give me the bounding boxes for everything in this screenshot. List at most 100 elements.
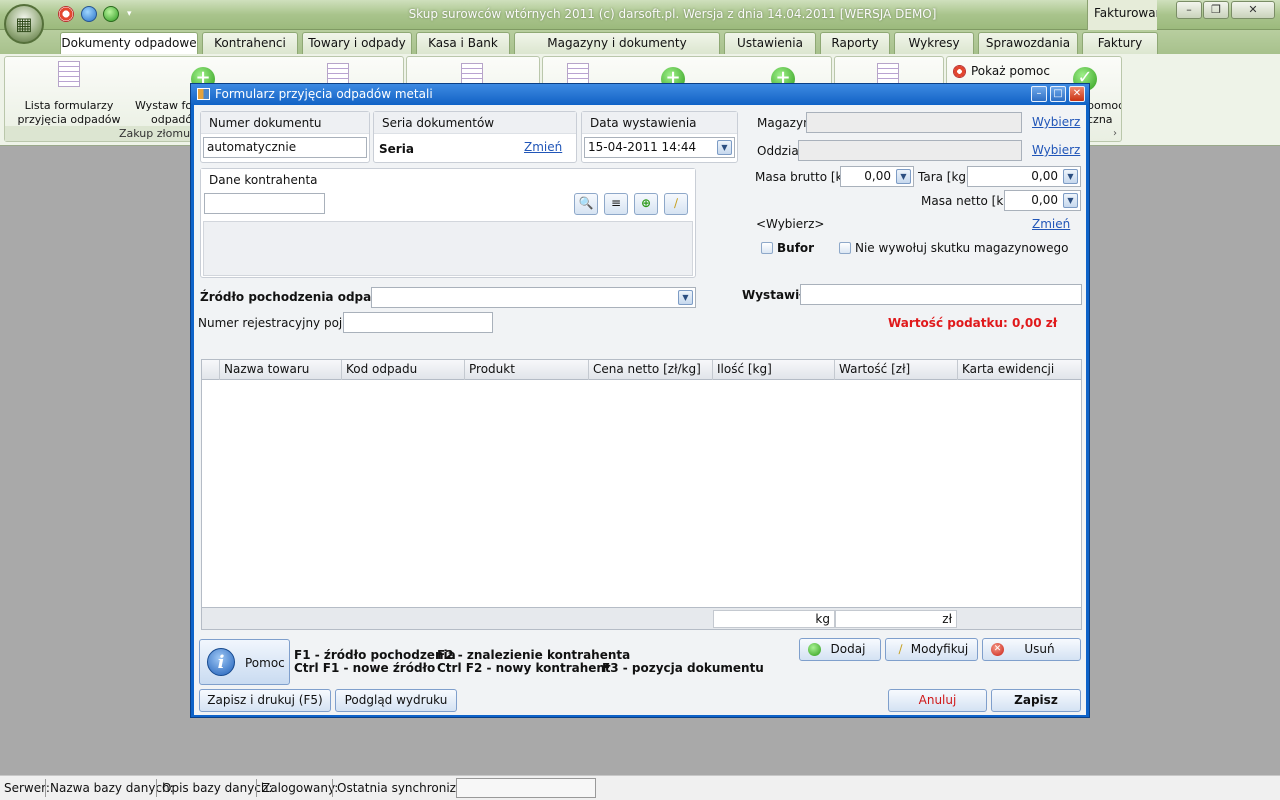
seria-zmien-link[interactable]: Zmień [524, 140, 562, 154]
col-produkt[interactable]: Produkt [465, 360, 589, 380]
tab-kasa-i-bank[interactable]: Kasa i Bank [416, 32, 510, 54]
list-icon[interactable] [58, 61, 80, 87]
tab-faktury[interactable]: Faktury [1082, 32, 1158, 54]
col-wartosc[interactable]: Wartość [zł] [835, 360, 958, 380]
ribbon-help-label[interactable]: pomoc czna [1087, 99, 1121, 127]
status-serwer: Serwer: [4, 781, 50, 795]
close-icon[interactable]: ✕ [1231, 1, 1275, 19]
shortcut-f1: F1 - źródło pochodzenia [294, 648, 456, 662]
zapisz-drukuj-button[interactable]: Zapisz i drukuj (F5) [199, 689, 331, 712]
info-icon: i [207, 648, 235, 676]
grid-footer: kg zł [202, 607, 1081, 629]
oddzial-wybierz-link[interactable]: Wybierz [1032, 143, 1080, 157]
chevron-down-icon[interactable]: ▼ [678, 290, 693, 305]
nie-wywoluj-label: Nie wywołuj skutku magazynowego [855, 241, 1069, 255]
show-help-button[interactable]: Pokaż pomoc [971, 64, 1050, 78]
pomoc-button[interactable]: i Pomoc [199, 639, 290, 685]
chevron-down-icon[interactable]: ▼ [1063, 169, 1078, 184]
zrodlo-label: Źródło pochodzenia odpadów [200, 290, 400, 304]
numer-dokumentu-input[interactable]: automatycznie [203, 137, 367, 158]
oddzial-field [798, 140, 1022, 161]
col-ilosc[interactable]: Ilość [kg] [713, 360, 835, 380]
delete-icon: ✕ [991, 643, 1004, 656]
nr-rej-input[interactable] [343, 312, 493, 333]
magazyn-wybierz-link[interactable]: Wybierz [1032, 115, 1080, 129]
seria-caption: Seria dokumentów [374, 112, 576, 134]
pomoc-label: Pomoc [245, 656, 285, 670]
chevron-down-icon[interactable]: ▼ [896, 169, 911, 184]
status-bar: Serwer: Nazwa bazy danych: Opis bazy dan… [0, 775, 1280, 800]
chevron-right-icon[interactable]: › [1113, 128, 1117, 139]
chevron-down-icon[interactable]: ▼ [717, 140, 732, 155]
zrodlo-select[interactable]: ▼ [371, 287, 696, 308]
add-icon[interactable]: ⊕ [634, 193, 658, 215]
kontrahent-details [203, 221, 693, 276]
tab-ustawienia[interactable]: Ustawienia [724, 32, 816, 54]
tara-input[interactable]: 0,00 ▼ [967, 166, 1081, 187]
search-icon[interactable]: 🔍 [574, 193, 598, 215]
group-numer-dokumentu: Numer dokumentu automatycznie [200, 111, 370, 163]
tara-label: Tara [kg] [918, 170, 971, 184]
kontrahent-search-input[interactable] [204, 193, 325, 214]
wystawil-label: Wystawił [742, 288, 804, 302]
footer-zl: zł [835, 610, 957, 628]
add-icon [808, 643, 821, 656]
status-separator [256, 779, 257, 797]
masa-brutto-value: 0,00 [864, 169, 891, 183]
shortcut-ctrl-f1: Ctrl F1 - nowe źródło [294, 661, 436, 675]
magazyn-field [806, 112, 1022, 133]
data-wystawienia-input[interactable]: 15-04-2011 14:44 ▼ [584, 137, 735, 158]
tab-kontrahenci[interactable]: Kontrahenci [202, 32, 298, 54]
edit-icon[interactable]: ∕ [664, 193, 688, 215]
wybierz-placeholder: <Wybierz> [756, 217, 825, 231]
dialog-minimize-icon[interactable]: – [1031, 86, 1047, 102]
col-nazwa-towaru[interactable]: Nazwa towaru [220, 360, 342, 380]
magazyn-label: Magazyn [757, 116, 811, 130]
bufor-label: Bufor [777, 241, 815, 255]
list-icon[interactable]: ≡ [604, 193, 628, 215]
wystawil-input[interactable] [800, 284, 1082, 305]
tab-towary-i-odpady[interactable]: Towary i odpady [302, 32, 412, 54]
group-dane-kontrahenta: Dane kontrahenta 🔍 ≡ ⊕ ∕ [200, 168, 696, 278]
group-data-wystawienia: Data wystawienia 15-04-2011 14:44 ▼ [581, 111, 738, 163]
fakturowanie-tab[interactable]: Fakturowan [1087, 0, 1157, 30]
wartosc-podatku: Wartość podatku: 0,00 zł [888, 316, 1058, 330]
status-zalogowany: Zalogowany: [262, 781, 339, 795]
masa-netto-value: 0,00 [1031, 193, 1058, 207]
tab-dokumenty-odpadowe[interactable]: Dokumenty odpadowe [60, 32, 198, 55]
dialog-title: Formularz przyjęcia odpadów metali [191, 84, 1089, 104]
zmien-link[interactable]: Zmień [1032, 217, 1070, 231]
minimize-icon[interactable]: – [1176, 1, 1202, 19]
tab-magazyny[interactable]: Magazyny i dokumenty magazynowe [514, 32, 720, 71]
anuluj-button[interactable]: Anuluj [888, 689, 987, 712]
status-separator [156, 779, 157, 797]
dialog-maximize-icon[interactable]: □ [1050, 86, 1066, 102]
usun-button[interactable]: ✕ Usuń [982, 638, 1081, 661]
status-separator [332, 779, 333, 797]
items-grid[interactable]: Nazwa towaru Kod odpadu Produkt Cena net… [201, 359, 1082, 630]
data-caption: Data wystawienia [582, 112, 737, 134]
app-orb-icon[interactable]: ▦ [4, 4, 44, 44]
dialog-close-icon[interactable]: ✕ [1069, 86, 1085, 102]
col-karta-ewidencji[interactable]: Karta ewidencji [958, 360, 1081, 380]
lifebuoy-icon[interactable] [953, 65, 966, 78]
masa-brutto-input[interactable]: 0,00 ▼ [840, 166, 914, 187]
dodaj-button[interactable]: Dodaj [799, 638, 881, 661]
nie-wywoluj-checkbox[interactable] [839, 242, 851, 254]
shortcut-f3: F3 - pozycja dokumentu [602, 661, 764, 675]
restore-icon[interactable]: ❐ [1203, 1, 1229, 19]
dialog-body: Numer dokumentu automatycznie Seria doku… [194, 105, 1086, 715]
col-kod-odpadu[interactable]: Kod odpadu [342, 360, 465, 380]
zapisz-button[interactable]: Zapisz [991, 689, 1081, 712]
tab-wykresy[interactable]: Wykresy [894, 32, 974, 54]
col-cena-netto[interactable]: Cena netto [zł/kg] [589, 360, 713, 380]
kontrahent-caption: Dane kontrahenta [201, 169, 695, 191]
tab-sprawozdania[interactable]: Sprawozdania [978, 32, 1078, 54]
bufor-checkbox[interactable] [761, 242, 773, 254]
tab-raporty[interactable]: Raporty [820, 32, 890, 54]
masa-netto-input[interactable]: 0,00 ▼ [1004, 190, 1081, 211]
tara-value: 0,00 [1031, 169, 1058, 183]
modyfikuj-button[interactable]: ∕ Modyfikuj [885, 638, 978, 661]
chevron-down-icon[interactable]: ▼ [1063, 193, 1078, 208]
podglad-wydruku-button[interactable]: Podgląd wydruku [335, 689, 457, 712]
